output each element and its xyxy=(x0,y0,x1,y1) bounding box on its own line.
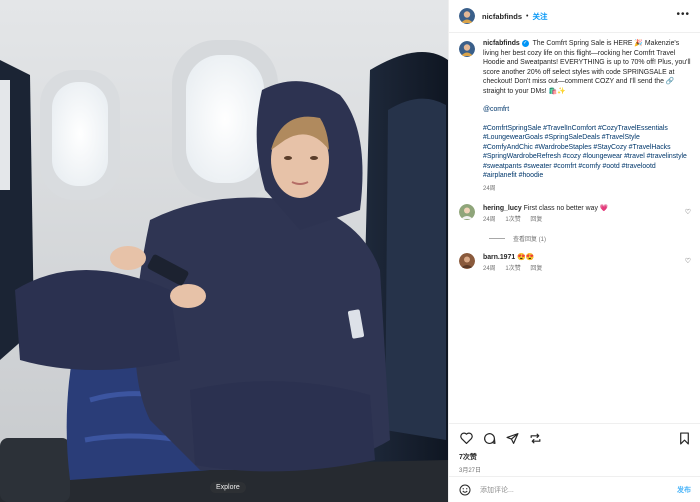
caption-age: 24周 xyxy=(483,185,496,192)
more-options-icon[interactable]: ••• xyxy=(676,10,690,20)
share-send-icon[interactable] xyxy=(505,431,519,445)
comments-list[interactable]: nicfabfinds ✓ The Comfrt Spring Sale is H… xyxy=(449,33,700,423)
avatar[interactable] xyxy=(459,8,475,24)
emoji-icon[interactable] xyxy=(459,484,471,496)
comment-body: barn.1971 😍😍 24周 1次赞 回复 xyxy=(483,253,673,274)
caption: nicfabfinds ✓ The Comfrt Spring Sale is H… xyxy=(459,39,691,194)
likes-count[interactable]: 7次赞 xyxy=(459,452,691,462)
comment-item: barn.1971 😍😍 24周 1次赞 回复 ♡ xyxy=(459,253,691,274)
replies-line xyxy=(489,238,505,239)
follow-button[interactable]: 关注 xyxy=(532,11,547,22)
post-comment-button[interactable]: 发布 xyxy=(677,485,691,495)
caption-username[interactable]: nicfabfinds xyxy=(483,40,520,47)
view-replies-label[interactable]: 查看回复 (1) xyxy=(513,234,546,243)
caption-text: The Comfrt Spring Sale is HERE 🎉 Makenzi… xyxy=(483,40,691,95)
comment-age: 24周 xyxy=(483,217,496,223)
comment-likes[interactable]: 1次赞 xyxy=(505,266,520,272)
post-photo: Explore xyxy=(0,0,448,502)
explore-label: Explore xyxy=(210,482,246,493)
reply-button[interactable]: 回复 xyxy=(530,266,542,272)
comment-text: 😍😍 xyxy=(517,254,535,261)
comment-like-heart-icon[interactable]: ♡ xyxy=(685,257,691,265)
post-details-panel: nicfabfinds • 关注 ••• nicfabfinds ✓ The Co… xyxy=(448,0,700,502)
comment-age: 24周 xyxy=(483,266,496,272)
reply-button[interactable]: 回复 xyxy=(530,217,542,223)
verified-badge-icon: ✓ xyxy=(521,39,529,47)
repost-icon[interactable] xyxy=(528,431,542,445)
comment-item: hering_lucy First class no better way 💗 … xyxy=(459,204,691,225)
comment-meta: 24周 1次赞 回复 xyxy=(483,265,673,274)
comment-likes[interactable]: 1次赞 xyxy=(505,217,520,223)
avatar[interactable] xyxy=(459,253,475,269)
avatar[interactable] xyxy=(459,41,475,57)
avatar[interactable] xyxy=(459,204,475,220)
comment-input[interactable]: 添加评论... xyxy=(480,485,677,495)
view-replies[interactable]: 查看回复 (1) xyxy=(489,234,691,243)
comment-text: First class no better way 💗 xyxy=(523,205,609,212)
comment-username[interactable]: barn.1971 xyxy=(483,254,515,261)
add-comment-bar: 添加评论... 发布 xyxy=(449,476,700,502)
comment-body: hering_lucy First class no better way 💗 … xyxy=(483,204,673,225)
like-heart-icon[interactable] xyxy=(459,431,473,445)
bookmark-icon[interactable] xyxy=(677,431,691,445)
action-icons xyxy=(459,424,691,452)
photo-illustration xyxy=(0,0,448,502)
post-dialog: Explore nicfabfinds • 关注 ••• nicfabfinds… xyxy=(0,0,700,502)
separator-dot: • xyxy=(526,12,529,20)
post-date[interactable]: 3月27日 xyxy=(459,465,691,474)
comment-username[interactable]: hering_lucy xyxy=(483,205,522,212)
comment-meta: 24周 1次赞 回复 xyxy=(483,216,673,225)
caption-body: nicfabfinds ✓ The Comfrt Spring Sale is H… xyxy=(483,39,691,194)
post-header: nicfabfinds • 关注 ••• xyxy=(449,0,700,33)
header-username[interactable]: nicfabfinds xyxy=(482,12,522,21)
caption-hashtags[interactable]: #ComfrtSpringSale #TravelInComfort #Cozy… xyxy=(483,124,691,181)
comment-like-heart-icon[interactable]: ♡ xyxy=(685,208,691,216)
post-actions: 7次赞 3月27日 添加评论... 发布 xyxy=(449,423,700,502)
comment-bubble-icon[interactable] xyxy=(482,431,496,445)
caption-mention[interactable]: @comfrt xyxy=(483,105,691,115)
